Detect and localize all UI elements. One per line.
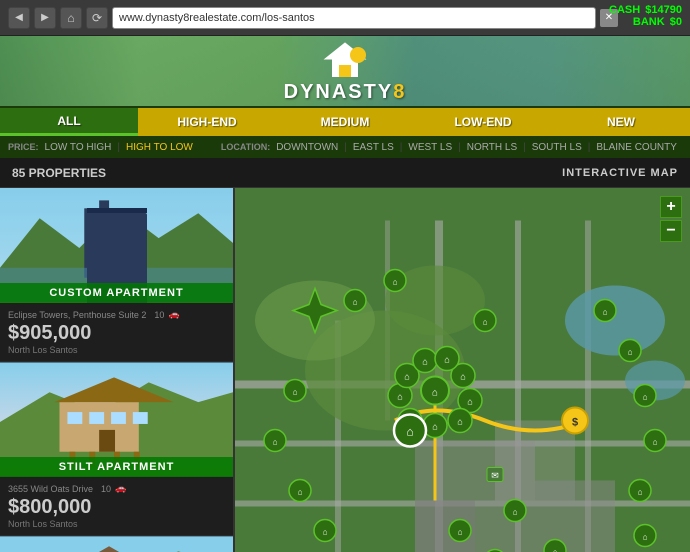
property-price-2: $800,000 <box>8 496 225 519</box>
garage-count-2: 10 <box>101 484 111 494</box>
property-label-2: STILT APARTMENT <box>0 457 233 477</box>
zoom-out-button[interactable]: − <box>660 220 682 242</box>
count-bar: 85 PROPERTIES INTERACTIVE MAP <box>0 158 690 188</box>
property-info-1: Eclipse Towers, Penthouse Suite 2 10 🚗 $… <box>0 303 233 361</box>
refresh-button[interactable]: ⟳ <box>86 7 108 29</box>
property-image-1: CUSTOM APARTMENT <box>0 188 233 303</box>
cash-amount: $14790 <box>645 4 682 16</box>
logo-svg <box>320 39 370 81</box>
filter-high-low[interactable]: HIGH TO LOW <box>126 142 193 153</box>
map-zoom-controls: + − <box>660 196 682 242</box>
tab-highend[interactable]: HIGH-END <box>138 108 276 136</box>
filter-north-ls[interactable]: NORTH LS <box>467 142 517 153</box>
svg-text:⌂: ⌂ <box>457 417 462 427</box>
svg-text:⌂: ⌂ <box>653 438 658 447</box>
cash-label: CASH <box>609 4 640 16</box>
property-location-2: North Los Santos <box>8 519 225 529</box>
svg-text:⌂: ⌂ <box>298 488 303 497</box>
property-address-2: 3655 Wild Oats Drive 10 🚗 <box>8 483 225 494</box>
svg-text:⌂: ⌂ <box>404 372 409 382</box>
back-button[interactable]: ◀ <box>8 7 30 29</box>
svg-text:⌂: ⌂ <box>406 425 413 439</box>
garage-icon-1: 🚗 <box>168 309 179 320</box>
logo-text: DYNASTY8 <box>284 81 407 104</box>
home-button[interactable]: ⌂ <box>60 7 82 29</box>
site-wrapper: DYNASTY8 ALL HIGH-END MEDIUM LOW-END NEW… <box>0 36 690 552</box>
svg-text:⌂: ⌂ <box>467 397 472 407</box>
property-image-3 <box>0 536 233 552</box>
svg-text:⌂: ⌂ <box>353 298 358 307</box>
interactive-map-link[interactable]: INTERACTIVE MAP <box>562 167 678 179</box>
svg-text:⌂: ⌂ <box>628 348 633 357</box>
property-card-2[interactable]: STILT APARTMENT 3655 Wild Oats Drive 10 … <box>0 362 233 536</box>
property-card[interactable]: CUSTOM APARTMENT Eclipse Towers, Penthou… <box>0 188 233 362</box>
address-bar[interactable] <box>112 7 596 29</box>
price-filter-label: PRICE: <box>8 142 39 152</box>
content-area: 85 PROPERTIES INTERACTIVE MAP <box>0 158 690 552</box>
filter-blaine[interactable]: BLAINE COUNTY <box>596 142 677 153</box>
address-text-1: Eclipse Towers, Penthouse Suite 2 <box>8 310 146 320</box>
properties-count: 85 PROPERTIES <box>12 166 106 180</box>
logo-number: 8 <box>393 81 406 103</box>
svg-text:⌂: ⌂ <box>323 528 328 537</box>
svg-text:⌂: ⌂ <box>643 533 648 542</box>
filter-east-ls[interactable]: EAST LS <box>353 142 394 153</box>
property-info-2: 3655 Wild Oats Drive 10 🚗 $800,000 North… <box>0 477 233 535</box>
bank-label: BANK <box>633 16 665 28</box>
svg-text:✉: ✉ <box>491 471 499 481</box>
forward-button[interactable]: ▶ <box>34 7 56 29</box>
filter-south-ls[interactable]: SOUTH LS <box>532 142 582 153</box>
logo-dynasty: DYNASTY <box>284 81 394 103</box>
address-text-2: 3655 Wild Oats Drive <box>8 484 93 494</box>
nav-tabs: ALL HIGH-END MEDIUM LOW-END NEW <box>0 106 690 136</box>
property-image-2: STILT APARTMENT <box>0 362 233 477</box>
svg-text:⌂: ⌂ <box>553 548 558 552</box>
svg-text:⌂: ⌂ <box>393 278 398 287</box>
logo-container: DYNASTY8 <box>284 39 407 104</box>
svg-text:⌂: ⌂ <box>483 318 488 327</box>
filter-low-high[interactable]: LOW TO HIGH <box>45 142 112 153</box>
svg-text:⌂: ⌂ <box>273 438 278 447</box>
property-list: CUSTOM APARTMENT Eclipse Towers, Penthou… <box>0 188 235 552</box>
site-header: DYNASTY8 <box>0 36 690 106</box>
map-svg: ⌂ ⌂ ⌂ ⌂ <box>235 188 690 552</box>
tab-lowend[interactable]: LOW-END <box>414 108 552 136</box>
browser-chrome: ◀ ▶ ⌂ ⟳ ✕ <box>0 0 690 36</box>
svg-text:⌂: ⌂ <box>422 357 427 367</box>
garage-count-1: 10 <box>154 310 164 320</box>
garage-icon-2: 🚗 <box>115 483 126 494</box>
filter-west-ls[interactable]: WEST LS <box>408 142 452 153</box>
svg-text:⌂: ⌂ <box>432 388 438 399</box>
svg-text:⌂: ⌂ <box>444 355 449 365</box>
svg-text:⌂: ⌂ <box>603 308 608 317</box>
tab-all[interactable]: ALL <box>0 108 138 136</box>
property-address-1: Eclipse Towers, Penthouse Suite 2 10 🚗 <box>8 309 225 320</box>
svg-text:⌂: ⌂ <box>638 488 643 497</box>
property-price-1: $905,000 <box>8 322 225 345</box>
svg-text:⌂: ⌂ <box>643 393 648 402</box>
bank-amount: $0 <box>670 16 682 28</box>
svg-text:⌂: ⌂ <box>460 372 465 382</box>
tab-new[interactable]: NEW <box>552 108 690 136</box>
svg-text:⌂: ⌂ <box>513 508 518 517</box>
svg-text:⌂: ⌂ <box>458 528 463 537</box>
svg-text:⌂: ⌂ <box>293 388 298 397</box>
apt3-svg <box>0 536 233 552</box>
zoom-in-button[interactable]: + <box>660 196 682 218</box>
svg-text:$: $ <box>572 417 578 429</box>
location-filter-label: LOCATION: <box>221 142 270 152</box>
content-main: CUSTOM APARTMENT Eclipse Towers, Penthou… <box>0 188 690 552</box>
property-label-1: CUSTOM APARTMENT <box>0 283 233 303</box>
property-location-1: North Los Santos <box>8 345 225 355</box>
map-area: ⌂ ⌂ ⌂ ⌂ <box>235 188 690 552</box>
cash-bank-display: CASH $14790 BANK $0 <box>609 4 682 28</box>
bank-line: BANK $0 <box>609 16 682 28</box>
svg-text:⌂: ⌂ <box>397 392 402 402</box>
filter-bar: PRICE: LOW TO HIGH | HIGH TO LOW LOCATIO… <box>0 136 690 158</box>
filter-downtown[interactable]: DOWNTOWN <box>276 142 338 153</box>
property-card-3[interactable] <box>0 536 233 552</box>
cash-line: CASH $14790 <box>609 4 682 16</box>
tab-medium[interactable]: MEDIUM <box>276 108 414 136</box>
svg-text:⌂: ⌂ <box>432 422 437 432</box>
